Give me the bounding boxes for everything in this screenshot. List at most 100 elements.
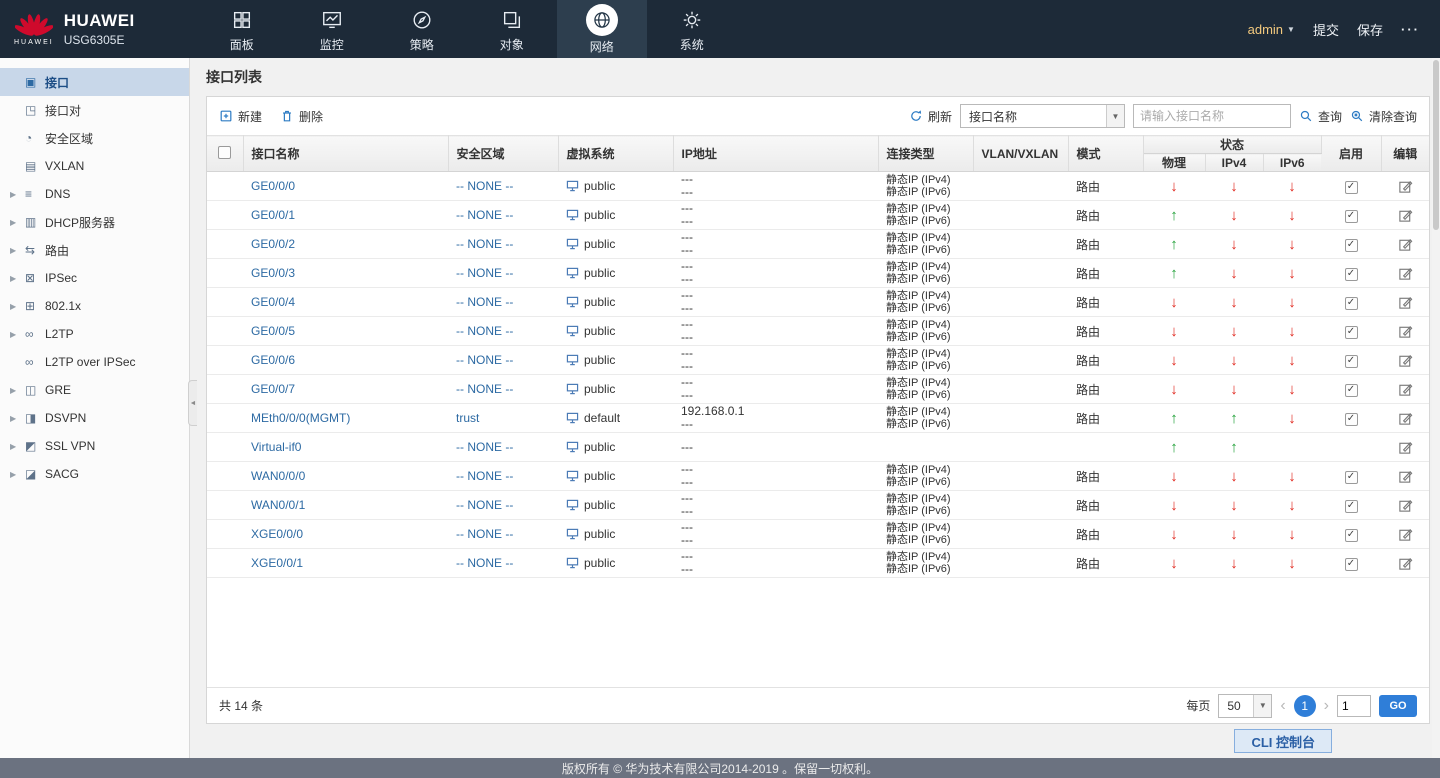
scrollbar-thumb[interactable]	[1433, 60, 1439, 230]
edit-icon[interactable]	[1398, 237, 1413, 252]
current-page-badge[interactable]: 1	[1294, 695, 1316, 717]
edit-icon[interactable]	[1398, 498, 1413, 513]
query-button[interactable]: 查询	[1299, 108, 1342, 125]
sidebar-item-l2tp[interactable]: ▶∞L2TP	[0, 320, 189, 348]
security-zone-link[interactable]: -- NONE --	[456, 527, 513, 541]
page-jump-input[interactable]	[1337, 695, 1371, 717]
interface-name-link[interactable]: XGE0/0/0	[251, 527, 303, 541]
enable-checkbox[interactable]: ✓	[1345, 558, 1358, 571]
next-page-button[interactable]: ›	[1324, 698, 1329, 714]
edit-icon[interactable]	[1398, 440, 1413, 455]
delete-button[interactable]: 删除	[280, 108, 323, 125]
security-zone-link[interactable]: -- NONE --	[456, 556, 513, 570]
new-button[interactable]: 新建	[219, 108, 262, 125]
nav-tab-network[interactable]: 网络	[557, 0, 647, 58]
edit-icon[interactable]	[1398, 353, 1413, 368]
go-button[interactable]: GO	[1379, 695, 1417, 717]
sidebar-item-dot1x[interactable]: ▶⊞802.1x	[0, 292, 189, 320]
sidebar-item-ssl-vpn[interactable]: ▶◩SSL VPN	[0, 432, 189, 460]
enable-checkbox[interactable]: ✓	[1345, 355, 1358, 368]
edit-icon[interactable]	[1398, 295, 1413, 310]
interface-name-link[interactable]: WAN0/0/1	[251, 498, 305, 512]
interface-name-link[interactable]: GE0/0/0	[251, 179, 295, 193]
user-menu[interactable]: admin ▼	[1248, 22, 1295, 37]
enable-checkbox[interactable]: ✓	[1345, 297, 1358, 310]
edit-icon[interactable]	[1398, 527, 1413, 542]
sidebar-collapse-handle[interactable]: ◄	[188, 380, 197, 426]
enable-checkbox[interactable]: ✓	[1345, 239, 1358, 252]
sidebar-item-vxlan[interactable]: ▤VXLAN	[0, 152, 189, 180]
sidebar-item-security-zone[interactable]: ◔安全区域	[0, 124, 189, 152]
per-page-select[interactable]: 50 ▼	[1218, 694, 1272, 718]
edit-icon[interactable]	[1398, 469, 1413, 484]
edit-icon[interactable]	[1398, 556, 1413, 571]
enable-checkbox[interactable]: ✓	[1345, 471, 1358, 484]
interface-name-link[interactable]: Virtual-if0	[251, 440, 301, 454]
interface-name-link[interactable]: XGE0/0/1	[251, 556, 303, 570]
sidebar-item-sacg[interactable]: ▶◪SACG	[0, 460, 189, 488]
clear-query-button[interactable]: 清除查询	[1350, 108, 1417, 125]
enable-checkbox[interactable]: ✓	[1345, 181, 1358, 194]
nav-tab-system[interactable]: 系统	[647, 0, 737, 58]
expand-arrow-icon[interactable]: ▶	[10, 218, 25, 227]
nav-tab-policy[interactable]: 策略	[377, 0, 467, 58]
nav-tab-object[interactable]: 对象	[467, 0, 557, 58]
edit-icon[interactable]	[1398, 324, 1413, 339]
interface-name-link[interactable]: GE0/0/2	[251, 237, 295, 251]
expand-arrow-icon[interactable]: ▶	[10, 274, 25, 283]
security-zone-link[interactable]: -- NONE --	[456, 324, 513, 338]
sidebar-item-route[interactable]: ▶⇆路由	[0, 236, 189, 264]
more-menu-button[interactable]: ···	[1401, 22, 1420, 37]
expand-arrow-icon[interactable]: ▶	[10, 190, 25, 199]
interface-name-link[interactable]: MEth0/0/0(MGMT)	[251, 411, 350, 425]
security-zone-link[interactable]: -- NONE --	[456, 353, 513, 367]
interface-name-link[interactable]: GE0/0/3	[251, 266, 295, 280]
edit-icon[interactable]	[1398, 208, 1413, 223]
security-zone-link[interactable]: -- NONE --	[456, 237, 513, 251]
expand-arrow-icon[interactable]: ▶	[10, 330, 25, 339]
sidebar-item-ipsec[interactable]: ▶⊠IPSec	[0, 264, 189, 292]
filter-type-select[interactable]: 接口名称 ▼	[960, 104, 1125, 128]
security-zone-link[interactable]: -- NONE --	[456, 440, 513, 454]
edit-icon[interactable]	[1398, 179, 1413, 194]
sidebar-item-gre[interactable]: ▶◫GRE	[0, 376, 189, 404]
interface-name-link[interactable]: GE0/0/5	[251, 324, 295, 338]
security-zone-link[interactable]: -- NONE --	[456, 179, 513, 193]
edit-icon[interactable]	[1398, 266, 1413, 281]
expand-arrow-icon[interactable]: ▶	[10, 246, 25, 255]
security-zone-link[interactable]: -- NONE --	[456, 295, 513, 309]
search-input[interactable]	[1133, 104, 1291, 128]
enable-checkbox[interactable]: ✓	[1345, 529, 1358, 542]
sidebar-item-interface-pair[interactable]: ◳接口对	[0, 96, 189, 124]
save-button[interactable]: 保存	[1357, 20, 1383, 39]
expand-arrow-icon[interactable]: ▶	[10, 386, 25, 395]
enable-checkbox[interactable]: ✓	[1345, 326, 1358, 339]
security-zone-link[interactable]: -- NONE --	[456, 208, 513, 222]
sidebar-item-interface[interactable]: ▣接口	[0, 68, 189, 96]
security-zone-link[interactable]: trust	[456, 411, 479, 425]
sidebar-item-dhcp-server[interactable]: ▶▥DHCP服务器	[0, 208, 189, 236]
edit-icon[interactable]	[1398, 382, 1413, 397]
sidebar-item-dsvpn[interactable]: ▶◨DSVPN	[0, 404, 189, 432]
enable-checkbox[interactable]: ✓	[1345, 500, 1358, 513]
nav-tab-dashboard[interactable]: 面板	[197, 0, 287, 58]
refresh-button[interactable]: 刷新	[909, 108, 952, 125]
page-scrollbar[interactable]	[1432, 58, 1440, 758]
expand-arrow-icon[interactable]: ▶	[10, 302, 25, 311]
interface-name-link[interactable]: WAN0/0/0	[251, 469, 305, 483]
edit-icon[interactable]	[1398, 411, 1413, 426]
enable-checkbox[interactable]: ✓	[1345, 384, 1358, 397]
sidebar-item-l2tp-over-ipsec[interactable]: ∞L2TP over IPSec	[0, 348, 189, 376]
submit-button[interactable]: 提交	[1313, 20, 1339, 39]
interface-name-link[interactable]: GE0/0/4	[251, 295, 295, 309]
expand-arrow-icon[interactable]: ▶	[10, 442, 25, 451]
security-zone-link[interactable]: -- NONE --	[456, 469, 513, 483]
security-zone-link[interactable]: -- NONE --	[456, 382, 513, 396]
interface-name-link[interactable]: GE0/0/6	[251, 353, 295, 367]
interface-name-link[interactable]: GE0/0/7	[251, 382, 295, 396]
sidebar-item-dns[interactable]: ▶≡DNS	[0, 180, 189, 208]
nav-tab-monitor[interactable]: 监控	[287, 0, 377, 58]
enable-checkbox[interactable]: ✓	[1345, 413, 1358, 426]
prev-page-button[interactable]: ‹	[1280, 698, 1285, 714]
security-zone-link[interactable]: -- NONE --	[456, 498, 513, 512]
